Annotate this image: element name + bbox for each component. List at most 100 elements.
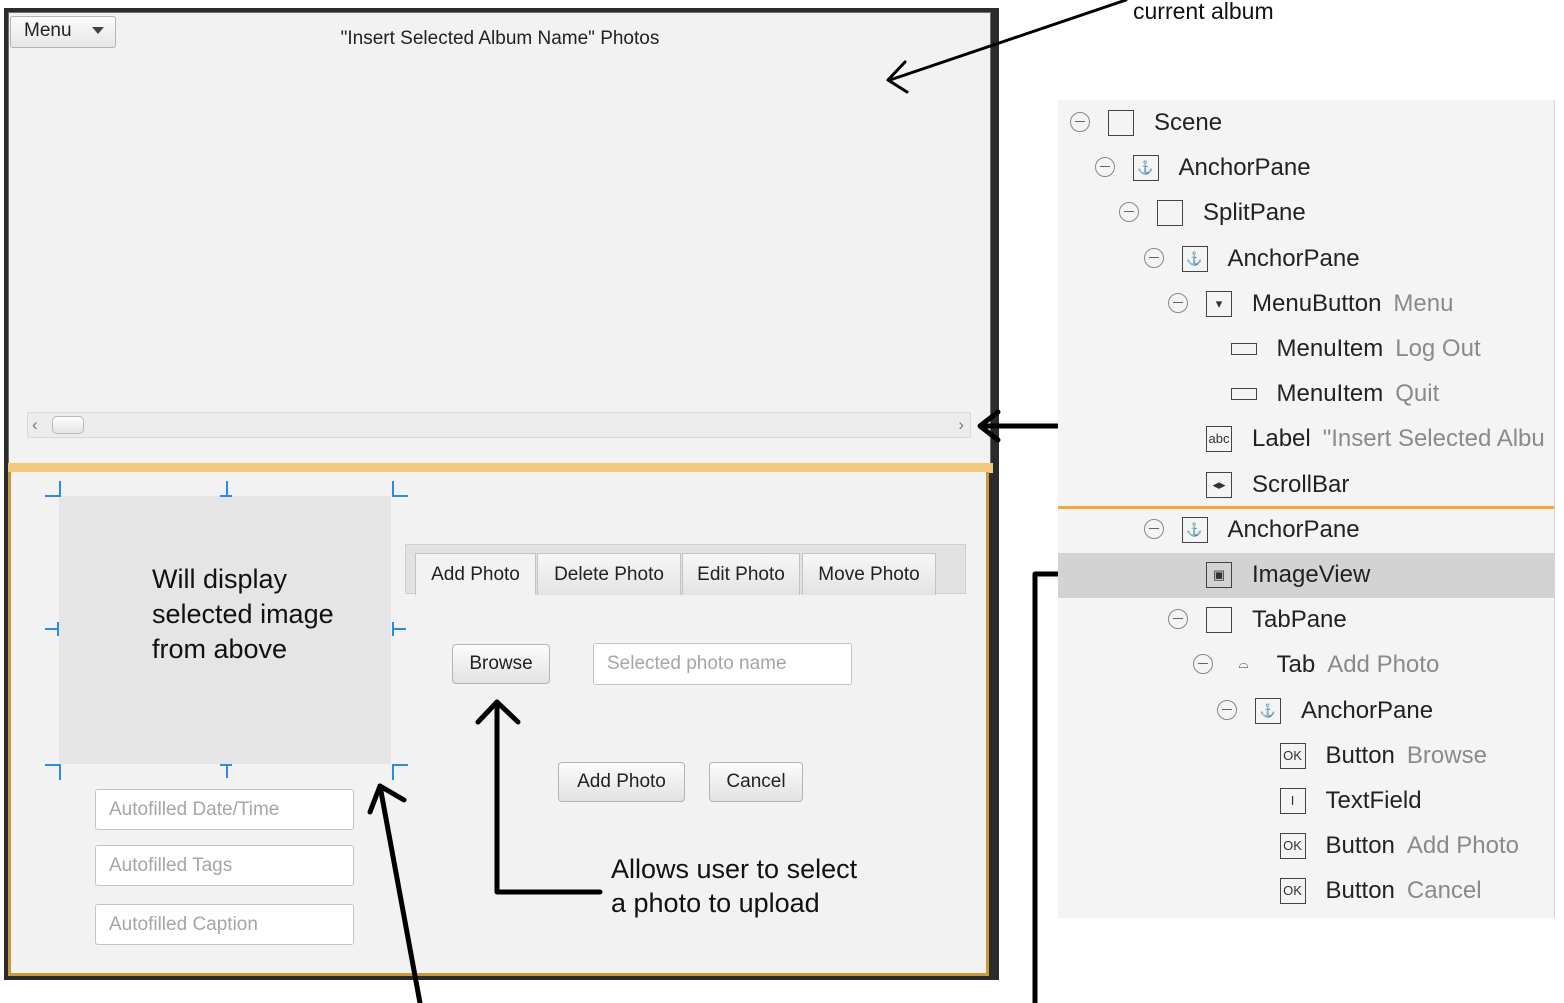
tree-node-menuitem[interactable]: MenuItem Quit	[1058, 372, 1554, 417]
current-album-note: current album	[1133, 0, 1274, 24]
tab-add-photo[interactable]: Add Photo	[415, 553, 536, 595]
scrollbar-icon: ◂▸	[1206, 471, 1232, 498]
chevron-down-icon	[92, 27, 104, 34]
tree-node-scene[interactable]: Scene	[1058, 101, 1554, 146]
selected-photo-name-field[interactable]: Selected photo name	[593, 643, 852, 685]
selection-handle	[45, 481, 61, 497]
tree-node-menuitem[interactable]: MenuItem Log Out	[1058, 327, 1554, 372]
anchor-icon: ⚓	[1181, 516, 1208, 543]
tab-delete-photo[interactable]: Delete Photo	[537, 553, 681, 595]
anchor-icon: ⚓	[1181, 245, 1208, 272]
tree-node-splitpane[interactable]: SplitPane	[1058, 191, 1554, 236]
tree-node-anchorpane[interactable]: ⚓ AnchorPane	[1058, 146, 1554, 191]
selection-handle	[392, 764, 408, 780]
tree-node-type: AnchorPane	[1227, 244, 1360, 272]
tree-node-value: Menu	[1393, 289, 1454, 317]
cancel-button[interactable]: Cancel	[709, 762, 803, 802]
browse-note-line-1: Allows user to select	[611, 854, 858, 884]
selection-handle	[392, 481, 408, 497]
tree-node-type: Button	[1325, 877, 1395, 905]
selection-handle	[392, 622, 406, 636]
tree-node-scrollbar[interactable]: ◂▸ ScrollBar	[1058, 463, 1554, 508]
album-title-label: "Insert Selected Album Name" Photos	[340, 28, 660, 49]
add-photo-button[interactable]: Add Photo	[558, 762, 685, 802]
tree-node-value: Add Photo	[1327, 651, 1440, 679]
collapse-icon[interactable]	[1143, 518, 1164, 539]
button-ok-icon: OK	[1279, 833, 1306, 860]
tree-node-label[interactable]: abc Label "Insert Selected Albu	[1058, 417, 1554, 462]
selection-handle	[45, 764, 61, 780]
collapse-icon[interactable]	[1217, 699, 1237, 720]
collapse-icon[interactable]	[1143, 247, 1164, 268]
scene-icon	[1108, 110, 1134, 136]
menu-button-label: Menu	[24, 20, 72, 41]
browse-button[interactable]: Browse	[452, 644, 550, 684]
tree-node-menubutton[interactable]: ▾ MenuButton Menu	[1058, 282, 1554, 327]
selection-handle	[45, 622, 59, 636]
anchor-icon: ⚓	[1255, 697, 1281, 724]
tree-node-type: ImageView	[1252, 561, 1371, 588]
tree-node-button[interactable]: OK Button Add Photo	[1058, 824, 1554, 869]
selection-handle	[226, 481, 228, 495]
tab-edit-photo[interactable]: Edit Photo	[682, 553, 800, 595]
tree-node-value: Log Out	[1395, 335, 1481, 362]
tree-node-value: Add Photo	[1406, 832, 1519, 860]
tree-node-type: TabPane	[1252, 606, 1347, 634]
browse-note-line-2: a photo to upload	[611, 888, 820, 918]
tree-node-value: Browse	[1406, 741, 1487, 769]
scroll-right-icon[interactable]: ›	[958, 415, 964, 435]
anchor-icon: ⚓	[1132, 155, 1159, 182]
collapse-icon[interactable]	[1070, 112, 1090, 132]
tree-node-tab[interactable]: ⌓ Tab Add Photo	[1058, 643, 1554, 688]
tab-icon: ⌓	[1238, 656, 1249, 672]
tree-node-type: Button	[1325, 741, 1395, 769]
tree-node-value: Quit	[1395, 380, 1440, 408]
button-ok-icon: OK	[1279, 878, 1306, 905]
tree-node-textfield[interactable]: I TextField	[1058, 779, 1554, 824]
button-ok-icon: OK	[1279, 742, 1306, 769]
tree-node-imageview[interactable]: ▣ ImageView	[1058, 553, 1554, 598]
selection-handle	[226, 764, 228, 778]
tree-node-value: "Insert Selected Albu	[1322, 425, 1545, 453]
splitpane-icon	[1157, 200, 1183, 227]
menuitem-icon	[1230, 388, 1257, 401]
scrollbar-thumb[interactable]	[52, 416, 84, 434]
tabpane-icon	[1206, 607, 1232, 634]
date-time-field[interactable]: Autofilled Date/Time	[95, 789, 354, 830]
scroll-left-icon[interactable]: ‹	[32, 415, 38, 435]
tags-field[interactable]: Autofilled Tags	[95, 845, 354, 886]
tree-node-type: Button	[1325, 832, 1395, 860]
tree-node-type: MenuItem	[1276, 335, 1384, 362]
tree-node-type: ScrollBar	[1252, 470, 1350, 498]
tree-node-type: AnchorPane	[1178, 154, 1311, 182]
menu-button[interactable]: Menu	[10, 16, 116, 48]
collapse-icon[interactable]	[1168, 292, 1188, 313]
tree-node-type: Scene	[1154, 109, 1223, 136]
collapse-icon[interactable]	[1119, 202, 1139, 223]
tree-node-type: AnchorPane	[1227, 515, 1360, 543]
imageview-icon: ▣	[1206, 562, 1232, 588]
horizontal-scrollbar[interactable]: ‹ ›	[27, 412, 971, 438]
tab-move-photo[interactable]: Move Photo	[802, 553, 936, 595]
tree-node-type: SplitPane	[1203, 199, 1306, 227]
top-split-pane	[8, 12, 991, 467]
tree-node-anchorpane[interactable]: ⚓ AnchorPane	[1058, 689, 1554, 734]
textfield-icon: I	[1279, 788, 1306, 814]
tree-node-type: TextField	[1325, 787, 1422, 814]
collapse-icon[interactable]	[1168, 609, 1188, 630]
label-icon: abc	[1206, 426, 1232, 453]
tree-node-type: Label	[1252, 425, 1311, 453]
menuitem-icon	[1230, 343, 1257, 355]
tree-node-type: AnchorPane	[1301, 696, 1434, 724]
tree-node-button[interactable]: OK Button Browse	[1058, 734, 1554, 779]
tree-node-anchorpane[interactable]: ⚓ AnchorPane	[1058, 508, 1554, 553]
tree-node-anchorpane[interactable]: ⚓ AnchorPane	[1058, 237, 1554, 282]
collapse-icon[interactable]	[1094, 157, 1115, 178]
tree-node-button[interactable]: OK Button Cancel	[1058, 869, 1554, 914]
menubutton-icon: ▾	[1206, 290, 1232, 317]
caption-field[interactable]: Autofilled Caption	[95, 904, 354, 945]
tree-node-type: Tab	[1276, 651, 1316, 679]
image-view-placeholder: Will display selected image from above	[152, 564, 334, 664]
tree-node-tabpane[interactable]: TabPane	[1058, 598, 1554, 643]
collapse-icon[interactable]	[1192, 654, 1213, 675]
